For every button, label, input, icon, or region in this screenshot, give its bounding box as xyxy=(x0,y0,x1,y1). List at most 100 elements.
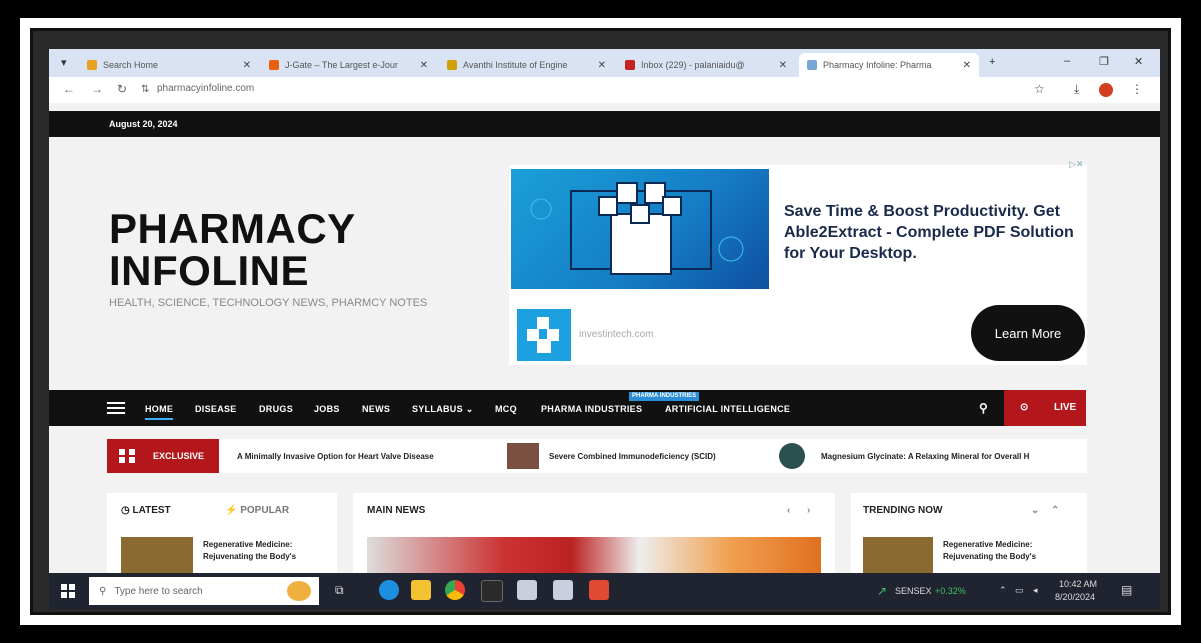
ad-domain[interactable]: investintech.com xyxy=(579,329,653,340)
nav-home[interactable]: HOME xyxy=(145,404,174,420)
ticker-item[interactable]: Severe Combined Immunodeficiency (SCID) xyxy=(549,452,716,461)
favicon-icon xyxy=(447,60,457,70)
close-icon[interactable]: ✕ xyxy=(420,60,428,71)
favicon-icon xyxy=(269,60,279,70)
ticker-item[interactable]: Magnesium Glycinate: A Relaxing Mineral … xyxy=(821,452,1029,461)
restore-icon[interactable]: ❐ xyxy=(1099,55,1109,68)
tab-search-chevron-icon[interactable]: ▾ xyxy=(61,56,67,69)
task-view-icon[interactable]: ⧉ xyxy=(335,583,344,598)
nav-news[interactable]: NEWS xyxy=(362,404,390,414)
nav-mcq[interactable]: MCQ xyxy=(495,404,517,414)
article-title[interactable]: Regenerative Medicine: Rejuvenating the … xyxy=(943,539,1073,563)
terminal-icon[interactable] xyxy=(481,580,503,602)
article-title[interactable]: Regenerative Medicine: Rejuvenating the … xyxy=(203,539,323,563)
back-icon[interactable]: ← xyxy=(63,82,75,96)
next-arrow-icon[interactable]: › xyxy=(807,505,810,516)
ad-image[interactable] xyxy=(511,169,769,289)
download-icon[interactable]: ⤓ xyxy=(1074,82,1079,97)
notifications-icon[interactable]: ▤ xyxy=(1121,583,1132,597)
latest-panel: ◷ LATEST ⚡ POPULAR Regenerative Medicine… xyxy=(107,493,337,583)
browser-tab-bar: ▾ Search Home ✕ J-Gate – The Largest e-J… xyxy=(49,49,1160,77)
tab-search-home[interactable]: Search Home ✕ xyxy=(79,53,259,77)
reload-icon[interactable]: ↻ xyxy=(117,82,127,96)
tab-jgate[interactable]: J-Gate – The Largest e-Jour ✕ xyxy=(261,53,436,77)
search-icon[interactable]: ⚲ xyxy=(979,401,988,415)
nav-badge: PHARMA INDUSTRIES xyxy=(629,392,700,401)
app-icon[interactable] xyxy=(517,580,537,600)
nav-pharma-industries[interactable]: PHARMA INDUSTRIES xyxy=(541,404,642,414)
chrome-icon[interactable] xyxy=(445,580,465,600)
trending-heading: TRENDING NOW xyxy=(863,505,943,516)
site-info-icon[interactable]: ⇅ xyxy=(141,84,149,95)
chevron-down-icon[interactable]: ⌄ xyxy=(1031,505,1039,516)
favicon-icon xyxy=(87,60,97,70)
edge-icon[interactable] xyxy=(379,580,399,600)
website: August 20, 2024 PHARMACY INFOLINE HEALTH… xyxy=(49,103,1160,583)
hamburger-menu-icon[interactable] xyxy=(107,402,125,417)
ticker-thumbnail[interactable] xyxy=(779,443,805,469)
profile-avatar-icon[interactable] xyxy=(1099,83,1113,97)
nav-drugs[interactable]: DRUGS xyxy=(259,404,293,414)
logo-line-2: INFOLINE xyxy=(109,247,309,294)
nav-syllabus[interactable]: SYLLABUS ⌄ xyxy=(412,404,474,415)
ad-headline[interactable]: Save Time & Boost Productivity. Get Able… xyxy=(784,201,1074,264)
ad-choices-icon[interactable]: ▷✕ xyxy=(1069,159,1083,170)
tab-latest[interactable]: ◷ LATEST xyxy=(121,505,171,516)
volume-icon[interactable]: ◂ xyxy=(1033,585,1038,596)
close-icon[interactable]: ✕ xyxy=(243,60,251,71)
ticker-item[interactable]: A Minimally Invasive Option for Heart Va… xyxy=(237,452,434,461)
close-icon[interactable]: ✕ xyxy=(779,60,787,71)
site-date: August 20, 2024 xyxy=(109,119,178,129)
clock-time[interactable]: 10:42 AM xyxy=(1059,579,1097,589)
windows-start-icon[interactable] xyxy=(61,584,75,598)
live-label: LIVE xyxy=(1054,402,1077,413)
nav-disease[interactable]: DISEASE xyxy=(195,404,237,414)
tab-popular[interactable]: ⚡ POPULAR xyxy=(225,505,289,516)
menu-kebab-icon[interactable]: ⋮ xyxy=(1131,82,1143,96)
top-date-bar: August 20, 2024 xyxy=(49,111,1160,137)
ad-brand-logo[interactable] xyxy=(517,309,571,361)
screen: ▾ Search Home ✕ J-Gate – The Largest e-J… xyxy=(49,49,1160,609)
file-explorer-icon[interactable] xyxy=(411,580,431,600)
close-icon[interactable]: ✕ xyxy=(598,60,606,71)
minimize-icon[interactable]: – xyxy=(1064,55,1070,67)
url-field[interactable]: pharmacyinfoline.com xyxy=(157,83,254,94)
tab-label: Search Home xyxy=(103,60,159,70)
site-logo[interactable]: PHARMACY INFOLINE xyxy=(109,208,356,292)
news-ticker: EXCLUSIVE A Minimally Invasive Option fo… xyxy=(107,439,1087,473)
app-icon[interactable] xyxy=(589,580,609,600)
article-thumbnail[interactable] xyxy=(863,537,933,577)
exclusive-label: EXCLUSIVE xyxy=(107,439,219,473)
bookmark-star-icon[interactable]: ☆ xyxy=(1034,82,1045,96)
tab-label: Pharmacy Infoline: Pharma xyxy=(823,60,932,70)
taskbar-search-input[interactable]: ⚲ Type here to search xyxy=(89,577,319,605)
learn-more-button[interactable]: Learn More xyxy=(971,305,1085,361)
app-icon[interactable] xyxy=(553,580,573,600)
nav-jobs[interactable]: JOBS xyxy=(314,404,340,414)
live-button[interactable]: ⊙ LIVE xyxy=(1004,390,1086,426)
new-tab-button[interactable]: + xyxy=(989,56,995,68)
tray-chevron-icon[interactable]: ⌃ xyxy=(999,585,1007,596)
tab-inbox[interactable]: Inbox (229) - palaniaidu@ ✕ xyxy=(617,53,795,77)
favicon-icon xyxy=(807,60,817,70)
prev-arrow-icon[interactable]: ‹ xyxy=(787,505,790,516)
address-bar: ← → ↻ ⇅ pharmacyinfoline.com ☆ ⤓ ⋮ xyxy=(49,77,1160,104)
advertisement[interactable]: ▷✕ Save Time & Boost Productivity. Get A… xyxy=(509,159,1087,365)
tab-avanthi[interactable]: Avanthi Institute of Engine ✕ xyxy=(439,53,614,77)
close-icon[interactable]: ✕ xyxy=(963,60,971,71)
main-news-heading: MAIN NEWS xyxy=(367,505,426,516)
close-window-icon[interactable]: ✕ xyxy=(1134,55,1143,68)
stock-label[interactable]: SENSEX xyxy=(895,586,932,596)
tab-label: Inbox (229) - palaniaidu@ xyxy=(641,60,745,70)
stock-change[interactable]: +0.32% xyxy=(935,586,966,596)
tab-pharmacy-infoline[interactable]: Pharmacy Infoline: Pharma ✕ xyxy=(799,53,979,77)
clock-date[interactable]: 8/20/2024 xyxy=(1055,592,1095,602)
chevron-up-icon[interactable]: ⌃ xyxy=(1051,505,1059,516)
network-icon[interactable]: ▭ xyxy=(1015,585,1024,596)
forward-icon[interactable]: → xyxy=(91,82,103,96)
article-thumbnail[interactable] xyxy=(121,537,193,577)
nav-artificial-intelligence[interactable]: ARTIFICIAL INTELLIGENCE xyxy=(665,404,790,414)
search-icon: ⚲ xyxy=(99,585,107,597)
site-tagline: HEALTH, SCIENCE, TECHNOLOGY NEWS, PHARMC… xyxy=(109,297,428,309)
ticker-thumbnail[interactable] xyxy=(507,443,539,469)
